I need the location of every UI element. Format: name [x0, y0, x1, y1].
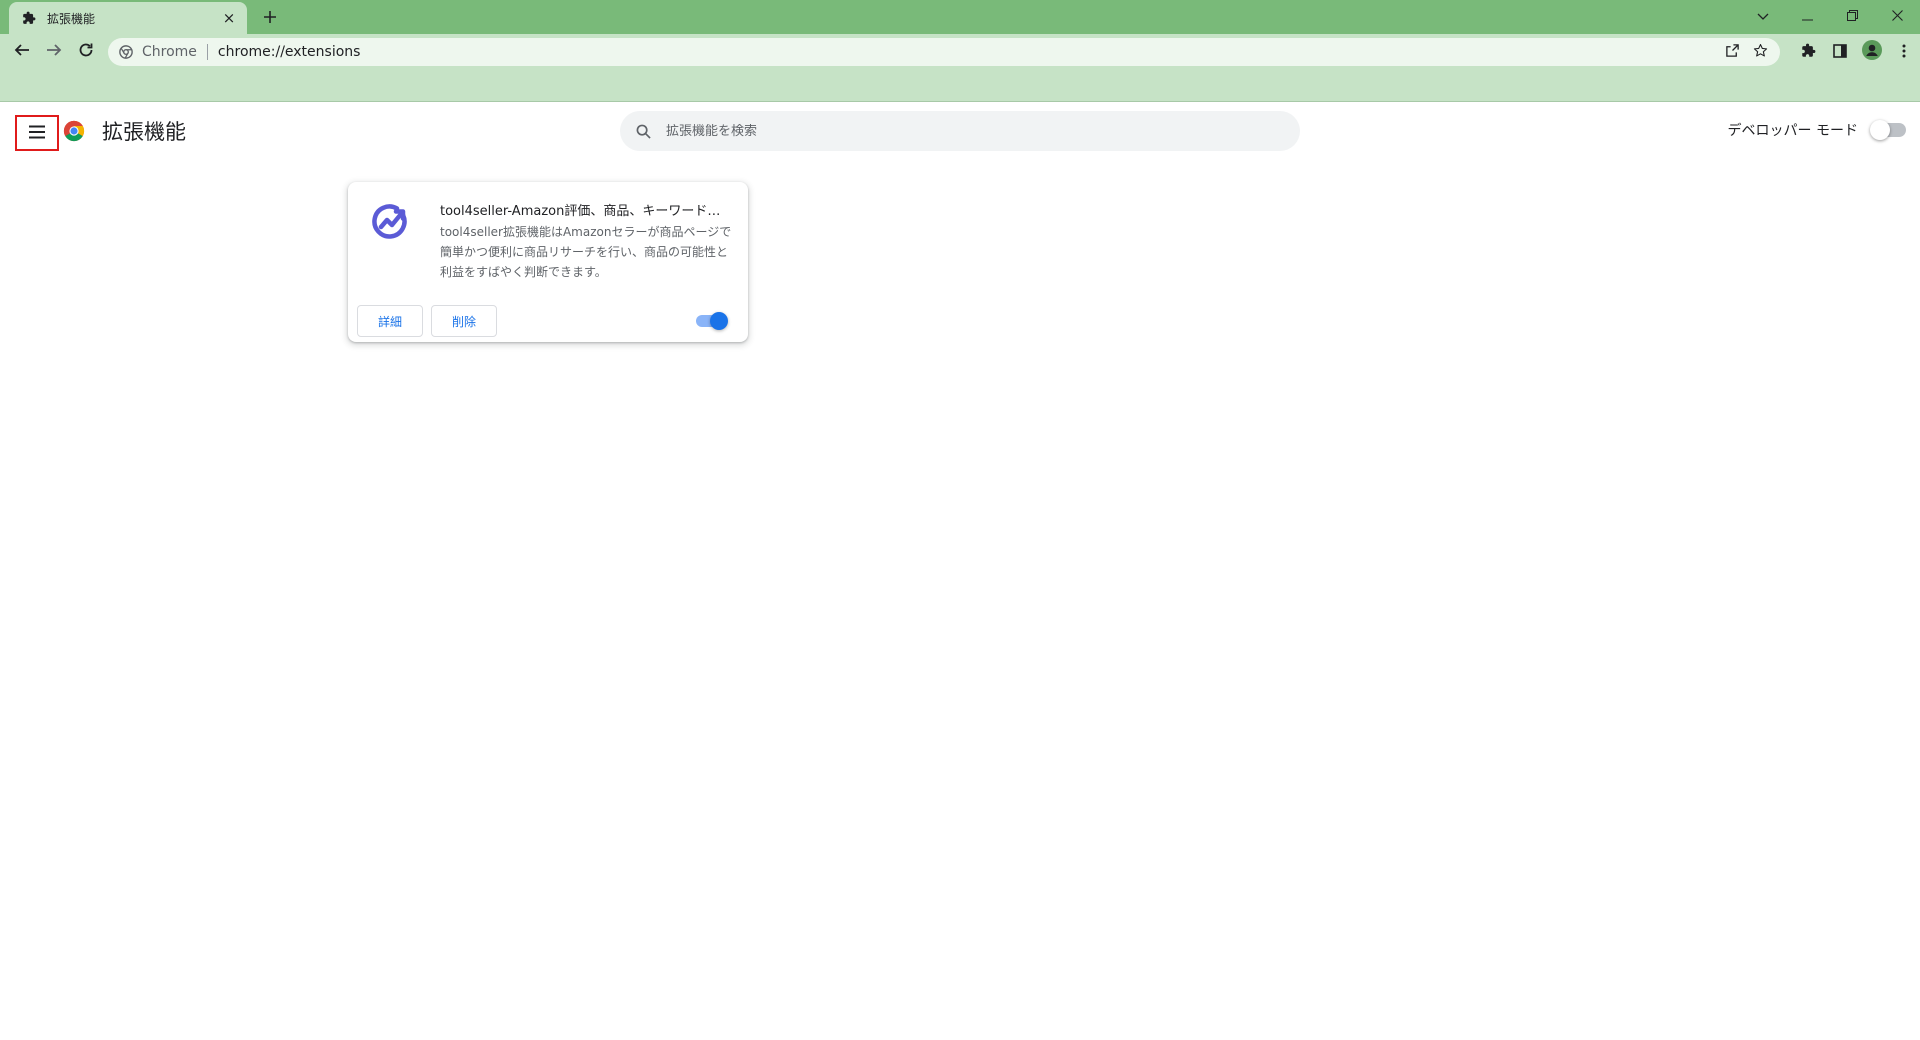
developer-mode-label: デベロッパー モード [1727, 123, 1858, 139]
back-icon [14, 42, 30, 62]
trend-chart-icon [370, 202, 410, 242]
tab-extensions[interactable]: 拡張機能 × [9, 2, 247, 34]
puzzle-icon [21, 10, 37, 26]
back-button[interactable] [8, 38, 36, 66]
tab-title: 拡張機能 [47, 11, 96, 26]
reload-button[interactable] [72, 38, 100, 66]
page-header: 拡張機能 デベロッパー モード [0, 102, 1920, 158]
extensions-page: 拡張機能 デベロッパー モード tool4seller-Amazon評価、商品、… [0, 102, 1920, 1040]
minimize-icon [1802, 6, 1813, 25]
extension-enable-toggle[interactable] [696, 312, 728, 330]
page-title: 拡張機能 [102, 120, 186, 144]
side-panel-button[interactable] [1824, 38, 1856, 66]
chevron-down-icon [1757, 6, 1769, 25]
share-icon [1725, 43, 1740, 62]
toggle-knob [1870, 120, 1890, 140]
close-icon [1892, 6, 1903, 25]
forward-icon [46, 42, 62, 62]
extension-name: tool4seller-Amazon評価、商品、キーワード研... [440, 204, 730, 219]
browser-toolbar: Chrome chrome://extensions [0, 34, 1920, 70]
tab-strip: 拡張機能 × [0, 0, 1920, 34]
omnibox-separator [206, 44, 208, 60]
extension-description: tool4seller拡張機能はAmazonセラーが商品ページで簡単かつ便利に商… [440, 225, 732, 279]
restore-button[interactable] [1830, 0, 1875, 30]
hamburger-menu-icon [28, 124, 46, 143]
more-menu-button[interactable] [1888, 38, 1920, 66]
window-controls [1740, 0, 1920, 30]
new-tab-button[interactable] [258, 6, 282, 30]
profile-icon [1862, 40, 1882, 64]
url-text[interactable]: chrome://extensions [218, 44, 1718, 60]
reload-icon [78, 42, 94, 62]
share-button[interactable] [1718, 38, 1746, 66]
restore-icon [1847, 6, 1858, 25]
side-panel-icon [1833, 43, 1847, 62]
search-icon [634, 122, 652, 140]
remove-button[interactable]: 削除 [431, 305, 497, 337]
toggle-knob [710, 312, 728, 330]
close-window-button[interactable] [1875, 0, 1920, 30]
extensions-icon [1801, 43, 1816, 62]
more-icon [1902, 43, 1906, 62]
extensions-search-box[interactable] [620, 111, 1300, 151]
details-button[interactable]: 詳細 [357, 305, 423, 337]
plus-icon [263, 9, 277, 28]
forward-button[interactable] [40, 38, 68, 66]
chrome-site-icon [118, 44, 134, 60]
site-chip: Chrome [142, 44, 197, 60]
bookmark-bar [0, 70, 1920, 102]
tab-search-button[interactable] [1740, 0, 1785, 30]
main-menu-button[interactable] [15, 115, 59, 151]
bookmark-star-button[interactable] [1746, 38, 1774, 66]
profile-button[interactable] [1856, 38, 1888, 66]
star-icon [1753, 43, 1768, 62]
developer-mode-control: デベロッパー モード [1728, 120, 1906, 140]
minimize-button[interactable] [1785, 0, 1830, 30]
extensions-button[interactable] [1792, 38, 1824, 66]
extensions-search-input[interactable] [666, 123, 1266, 139]
extension-card: tool4seller-Amazon評価、商品、キーワード研... tool4s… [348, 182, 748, 342]
developer-mode-toggle[interactable] [1870, 120, 1906, 140]
tab-close-icon[interactable]: × [219, 8, 239, 28]
chrome-logo-icon [63, 120, 85, 142]
omnibox[interactable]: Chrome chrome://extensions [108, 38, 1780, 66]
